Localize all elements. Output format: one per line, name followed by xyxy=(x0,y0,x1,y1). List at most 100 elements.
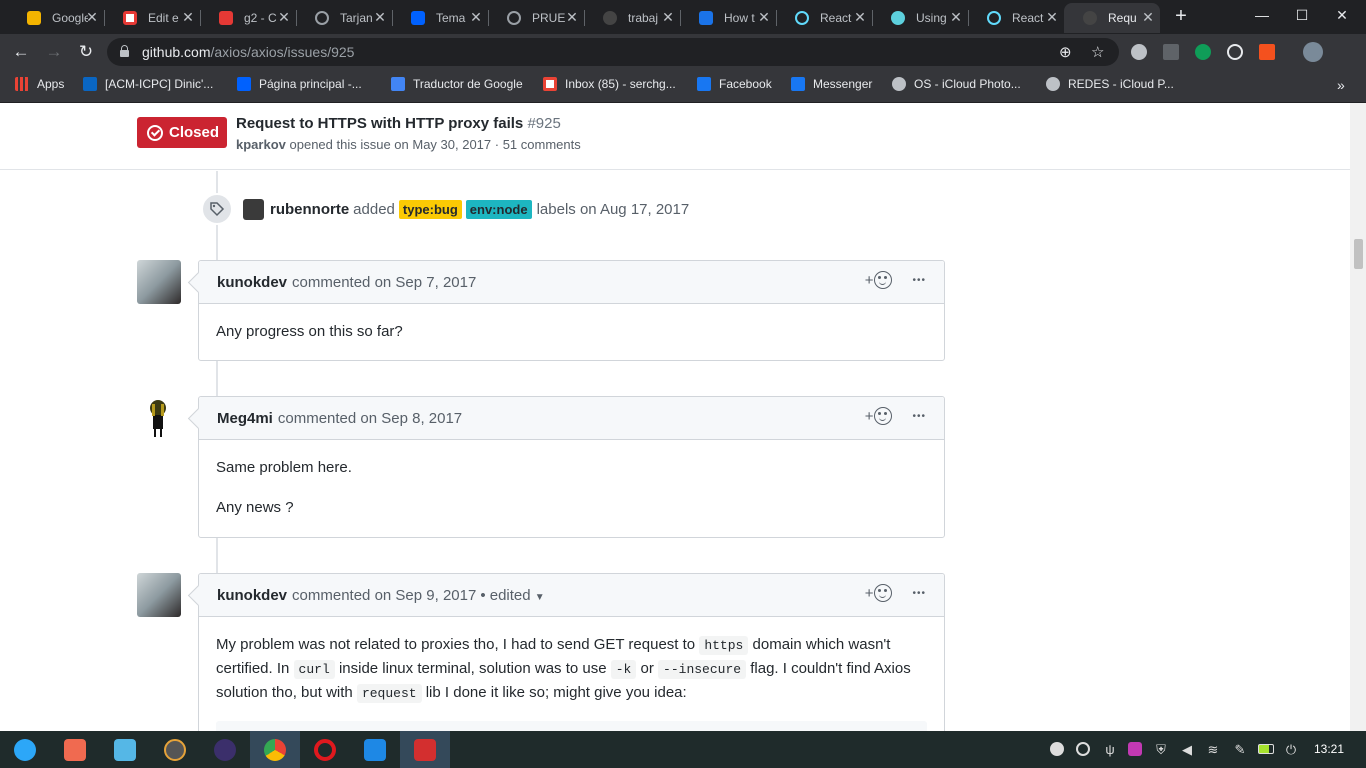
browser-tab[interactable]: Edit e ✕ xyxy=(104,3,201,33)
close-tab-icon[interactable]: ✕ xyxy=(1044,9,1060,26)
taskbar-app[interactable] xyxy=(400,731,450,768)
add-reaction-icon[interactable] xyxy=(874,584,893,602)
issue-state-badge: Closed xyxy=(137,117,227,148)
bookmark-star-icon[interactable]: ☆ xyxy=(1091,43,1104,61)
label-type-bug[interactable]: type:bug xyxy=(398,199,462,219)
issue-meta: kparkov opened this issue on May 30, 201… xyxy=(236,137,581,152)
taskbar-app[interactable] xyxy=(150,731,200,768)
pen-icon[interactable]: ✎ xyxy=(1233,742,1247,757)
avatar[interactable] xyxy=(137,260,181,304)
zoom-icon[interactable]: ⊕ xyxy=(1059,43,1072,61)
git-zip-extension-icon[interactable] xyxy=(1163,44,1179,60)
url-text[interactable]: github.com/axios/axios/issues/925 xyxy=(142,44,354,60)
bookmark-item[interactable]: Inbox (85) - serchg... xyxy=(543,77,676,91)
react-devtools-icon[interactable] xyxy=(1227,44,1243,60)
close-tab-icon[interactable]: ✕ xyxy=(564,9,580,26)
scrollbar-thumb[interactable] xyxy=(1354,239,1363,269)
bookmark-item[interactable]: Página principal -... xyxy=(237,77,362,91)
comment-author-link[interactable]: Meg4mi xyxy=(217,410,273,427)
browser-tab[interactable]: How t ✕ xyxy=(680,3,777,33)
shield-icon[interactable]: ⛨ xyxy=(1154,742,1168,757)
taskbar-app[interactable] xyxy=(200,731,250,768)
comment-date-link[interactable]: commented on Sep 7, 2017 xyxy=(292,274,476,291)
close-tab-icon[interactable]: ✕ xyxy=(468,9,484,26)
maximize-button[interactable]: ☐ xyxy=(1292,7,1312,24)
bookmark-item[interactable]: Traductor de Google xyxy=(391,77,523,91)
start-menu-button[interactable] xyxy=(0,731,50,768)
reload-button[interactable]: ↻ xyxy=(75,42,97,62)
battery-icon[interactable] xyxy=(1258,744,1274,754)
comment-header: kunokdev commented on Sep 7, 2017 + ••• xyxy=(199,261,944,304)
add-reaction-icon[interactable] xyxy=(874,407,893,425)
bookmark-item[interactable]: OS - iCloud Photo... xyxy=(892,77,1021,91)
browser-tab-active[interactable]: Requ ✕ xyxy=(1064,3,1160,33)
back-button[interactable]: ← xyxy=(10,42,32,62)
close-tab-icon[interactable]: ✕ xyxy=(660,9,676,26)
close-tab-icon[interactable]: ✕ xyxy=(180,9,196,26)
volume-icon[interactable]: ◀ xyxy=(1180,742,1194,757)
bookmark-apps[interactable]: Apps xyxy=(15,77,64,91)
browser-tab[interactable]: Tarjan ✕ xyxy=(296,3,393,33)
label-env-node[interactable]: env:node xyxy=(465,199,532,219)
tray-icon[interactable] xyxy=(1076,742,1090,756)
comment-date-link[interactable]: commented on Sep 9, 2017 xyxy=(292,587,476,604)
more-options-icon[interactable]: ••• xyxy=(912,588,926,599)
close-tab-icon[interactable]: ✕ xyxy=(84,9,100,26)
extension-icon[interactable] xyxy=(1259,44,1275,60)
more-options-icon[interactable]: ••• xyxy=(912,411,926,422)
comment-author-link[interactable]: kunokdev xyxy=(217,274,287,291)
power-icon[interactable]: ⏻ xyxy=(1284,742,1298,757)
bookmark-item[interactable]: Messenger xyxy=(791,77,872,91)
extension-icon[interactable] xyxy=(1195,44,1211,60)
bookmark-item[interactable]: Facebook xyxy=(697,77,772,91)
browser-tab[interactable]: trabaj ✕ xyxy=(584,3,681,33)
browser-tab[interactable]: g2 - C ✕ xyxy=(200,3,297,33)
taskbar-app[interactable] xyxy=(100,731,150,768)
close-tab-icon[interactable]: ✕ xyxy=(756,9,772,26)
tray-app-icon[interactable] xyxy=(1128,742,1142,756)
usb-icon[interactable]: ψ xyxy=(1103,742,1117,757)
comment-date-link[interactable]: commented on Sep 8, 2017 xyxy=(278,410,462,427)
comment-author-link[interactable]: kunokdev xyxy=(217,587,287,604)
add-reaction-icon[interactable] xyxy=(874,271,893,289)
close-window-button[interactable]: ✕ xyxy=(1332,7,1352,24)
url-bar[interactable]: github.com/axios/axios/issues/925 ⊕ ☆ xyxy=(107,38,1119,66)
close-tab-icon[interactable]: ✕ xyxy=(948,9,964,26)
avatar[interactable] xyxy=(137,396,181,440)
edited-dropdown[interactable]: • edited ▼ xyxy=(480,587,544,604)
clock[interactable]: 13:21 xyxy=(1314,742,1344,756)
close-tab-icon[interactable]: ✕ xyxy=(372,9,388,26)
page-scrollbar[interactable] xyxy=(1350,103,1366,731)
github-icon xyxy=(1083,11,1097,25)
close-tab-icon[interactable]: ✕ xyxy=(1140,9,1156,26)
taskbar-app-chrome[interactable] xyxy=(250,731,300,768)
profile-avatar[interactable] xyxy=(1303,42,1323,62)
globe-icon xyxy=(507,11,521,25)
minimize-button[interactable]: — xyxy=(1252,7,1272,23)
wifi-icon[interactable]: ≋ xyxy=(1206,742,1220,757)
issue-author-link[interactable]: kparkov xyxy=(236,137,286,152)
chat-tray-icon[interactable] xyxy=(1050,742,1064,756)
avatar[interactable] xyxy=(137,573,181,617)
taskbar-app[interactable] xyxy=(350,731,400,768)
forward-button[interactable]: → xyxy=(43,42,65,62)
browser-tab[interactable]: Using ✕ xyxy=(872,3,969,33)
extension-icon[interactable] xyxy=(1131,44,1147,60)
browser-tab[interactable]: React ✕ xyxy=(776,3,873,33)
event-actor-link[interactable]: rubennorte xyxy=(270,201,349,218)
close-tab-icon[interactable]: ✕ xyxy=(852,9,868,26)
taskbar-app[interactable] xyxy=(50,731,100,768)
browser-tab[interactable]: PRUE ✕ xyxy=(488,3,585,33)
taskbar-app[interactable] xyxy=(300,731,350,768)
browser-tab[interactable]: Tema ✕ xyxy=(392,3,489,33)
close-tab-icon[interactable]: ✕ xyxy=(276,9,292,26)
more-bookmarks-button[interactable]: » xyxy=(1337,77,1345,93)
new-tab-button[interactable]: + xyxy=(1171,5,1191,28)
avatar[interactable] xyxy=(243,198,264,220)
system-monitor-icon xyxy=(214,738,236,761)
browser-tab[interactable]: React ✕ xyxy=(968,3,1064,33)
bookmark-item[interactable]: [ACM-ICPC] Dinic'... xyxy=(83,77,213,91)
browser-tab[interactable]: Google ✕ xyxy=(8,3,105,33)
more-options-icon[interactable]: ••• xyxy=(912,275,926,286)
bookmark-item[interactable]: REDES - iCloud P... xyxy=(1046,77,1174,91)
